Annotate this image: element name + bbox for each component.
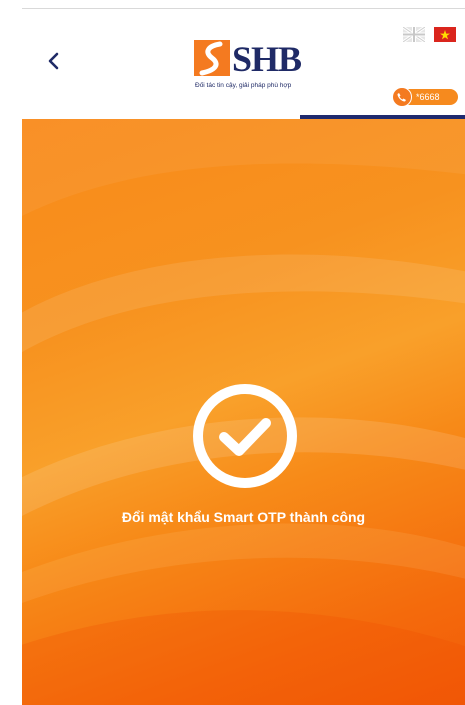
app-header: SHB Đối tác tin cậy, giải pháp phù hợp *…: [22, 9, 465, 118]
shb-logo: SHB Đối tác tin cậy, giải pháp phù hợp: [194, 39, 314, 95]
uk-flag-icon: [402, 25, 426, 44]
chevron-left-icon: [48, 52, 59, 70]
success-check: [190, 381, 300, 491]
back-button[interactable]: [42, 49, 66, 73]
brand-tagline: Đối tác tin cậy, giải pháp phù hợp: [195, 82, 292, 89]
language-vietnamese-flag[interactable]: [434, 27, 456, 42]
brand-name: SHB: [232, 39, 302, 79]
success-screen: Đổi mật khẩu Smart OTP thành công: [22, 119, 465, 705]
hotline-button[interactable]: *6668: [392, 87, 458, 107]
success-message: Đổi mật khẩu Smart OTP thành công: [121, 509, 366, 525]
language-english-flag[interactable]: [402, 25, 426, 44]
check-circle-icon: [193, 384, 297, 488]
shb-logo-mark: [194, 40, 230, 76]
vietnam-flag-icon: [434, 27, 456, 42]
phone-icon: [392, 87, 412, 107]
hotline-number: *6668: [416, 92, 440, 102]
